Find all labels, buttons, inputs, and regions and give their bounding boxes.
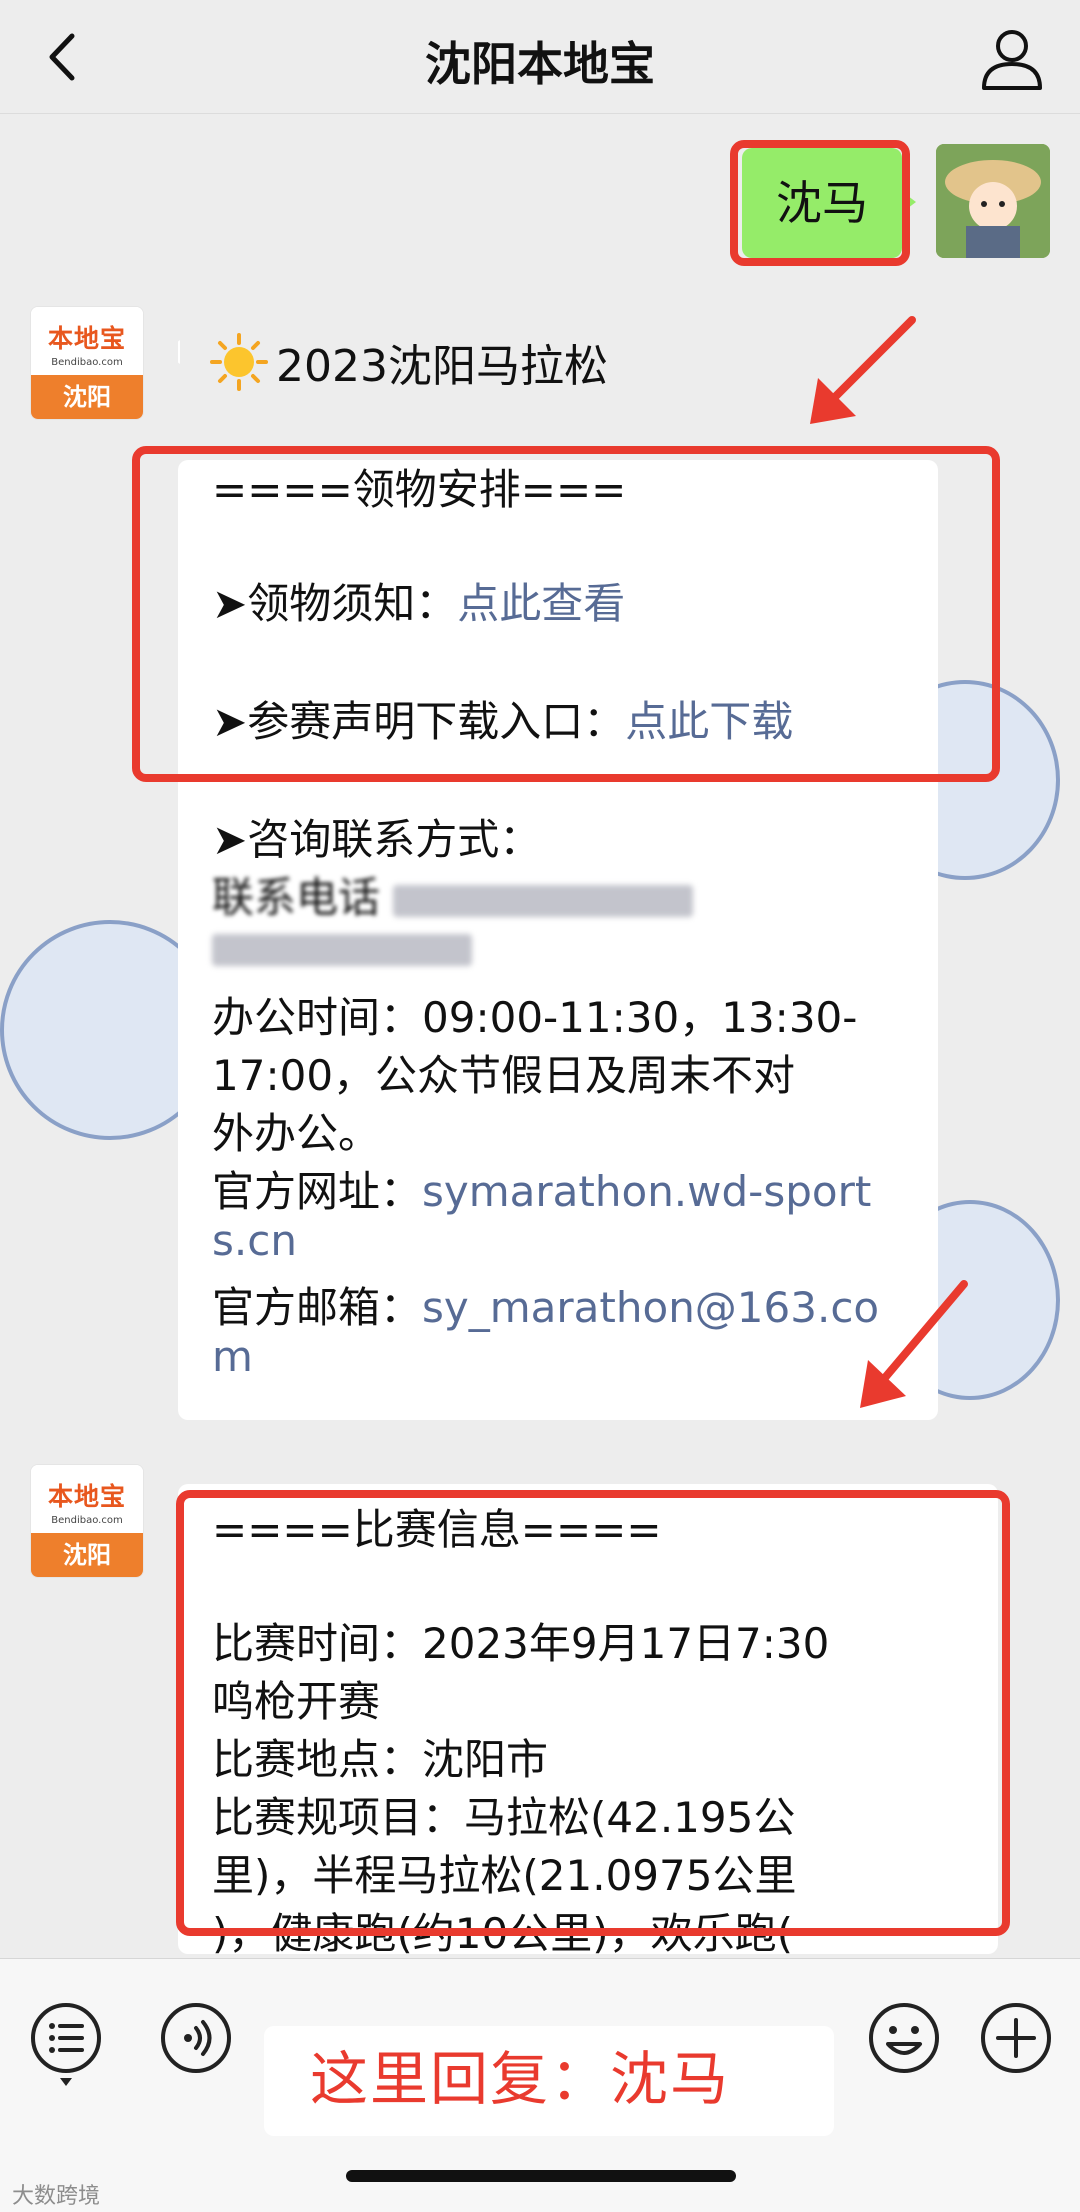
redacted-phone xyxy=(393,884,694,917)
website-line: 官方网址：symarathon.wd-sport xyxy=(212,1158,871,1219)
website-label: 官方网址： xyxy=(212,1167,423,1216)
avatar-brand-en: Bendibao.com xyxy=(51,357,123,368)
message-title-text: 2023沈阳马拉松 xyxy=(276,341,608,392)
office-hours-line: 外办公。 xyxy=(212,1109,381,1158)
email-link[interactable]: sy_marathon@163.co xyxy=(422,1283,879,1332)
email-label: 官方邮箱： xyxy=(212,1283,423,1332)
avatar-city: 沈阳 xyxy=(31,375,143,419)
user-message-bubble[interactable]: 沈马 xyxy=(742,148,916,258)
add-more-icon[interactable] xyxy=(978,2000,1054,2076)
phone-line: 联系电话 xyxy=(212,864,694,925)
section-header: ====比赛信息==== xyxy=(212,1505,662,1554)
navbar: 沈阳本地宝 xyxy=(0,0,1080,114)
item-label: ➤领物须知： xyxy=(212,579,458,628)
info-line: 比赛规项目：马拉松(42.195公 xyxy=(212,1793,796,1842)
website-link[interactable]: symarathon.wd-sport xyxy=(422,1167,871,1216)
consult-label: ➤咨询联系方式： xyxy=(212,815,542,864)
sun-icon xyxy=(210,333,268,391)
official-avatar[interactable]: 本地宝 Bendibao.com 沈阳 xyxy=(30,1464,144,1578)
list-item: ➤领物须知：点此查看 xyxy=(212,570,625,631)
menu-list-icon[interactable] xyxy=(28,2000,104,2090)
declaration-download-link[interactable]: 点此下载 xyxy=(625,697,793,746)
avatar-brand: 本地宝 xyxy=(47,1482,126,1511)
info-line: 里)，半程马拉松(21.0975公里 xyxy=(212,1851,797,1900)
avatar-image xyxy=(936,144,1050,258)
official-avatar[interactable]: 本地宝 Bendibao.com 沈阳 xyxy=(30,306,144,420)
page-title: 沈阳本地宝 xyxy=(425,37,655,91)
phone-prefix: 联系电话 xyxy=(212,873,381,922)
avatar-brand: 本地宝 xyxy=(47,324,126,353)
red-arrow-icon xyxy=(860,1280,968,1408)
watermark: 大数跨境 xyxy=(12,2184,101,2209)
reply-instruction: 这里回复：沈马 xyxy=(310,2045,731,2113)
item-label: ➤参赛声明下载入口： xyxy=(212,697,626,746)
office-hours-line: 办公时间：09:00-11:30，13:30- xyxy=(212,993,858,1042)
voice-icon[interactable] xyxy=(158,2000,234,2076)
info-line: 鸣枪开赛 xyxy=(212,1677,381,1726)
avatar-logo: 本地宝 Bendibao.com xyxy=(31,1465,143,1535)
website-link-cont[interactable]: s.cn xyxy=(212,1216,297,1265)
message-title: 2023沈阳马拉松 xyxy=(210,330,608,394)
info-line: 比赛时间：2023年9月17日7:30 xyxy=(212,1619,830,1668)
avatar-city: 沈阳 xyxy=(31,1533,143,1577)
emoji-icon[interactable] xyxy=(866,2000,942,2076)
avatar-brand-en: Bendibao.com xyxy=(51,1515,123,1526)
user-avatar[interactable] xyxy=(936,144,1050,258)
redacted-text xyxy=(212,933,472,966)
list-item: ➤参赛声明下载入口：点此下载 xyxy=(212,688,793,749)
office-hours-line: 17:00，公众节假日及周末不对 xyxy=(212,1051,796,1100)
user-profile-icon[interactable] xyxy=(974,20,1050,96)
section-header: ====领物安排=== xyxy=(212,465,627,514)
claim-notice-link[interactable]: 点此查看 xyxy=(457,579,625,628)
email-line: 官方邮箱：sy_marathon@163.co xyxy=(212,1274,879,1335)
avatar-logo: 本地宝 Bendibao.com xyxy=(31,307,143,377)
red-arrow-icon xyxy=(810,316,916,424)
info-line: 比赛地点：沈阳市 xyxy=(212,1735,549,1784)
info-line: )，健康跑(约10公里)，欢乐跑( xyxy=(212,1909,793,1958)
home-indicator[interactable] xyxy=(346,2170,736,2182)
email-link-cont[interactable]: m xyxy=(212,1332,253,1381)
redacted-line xyxy=(212,922,472,971)
